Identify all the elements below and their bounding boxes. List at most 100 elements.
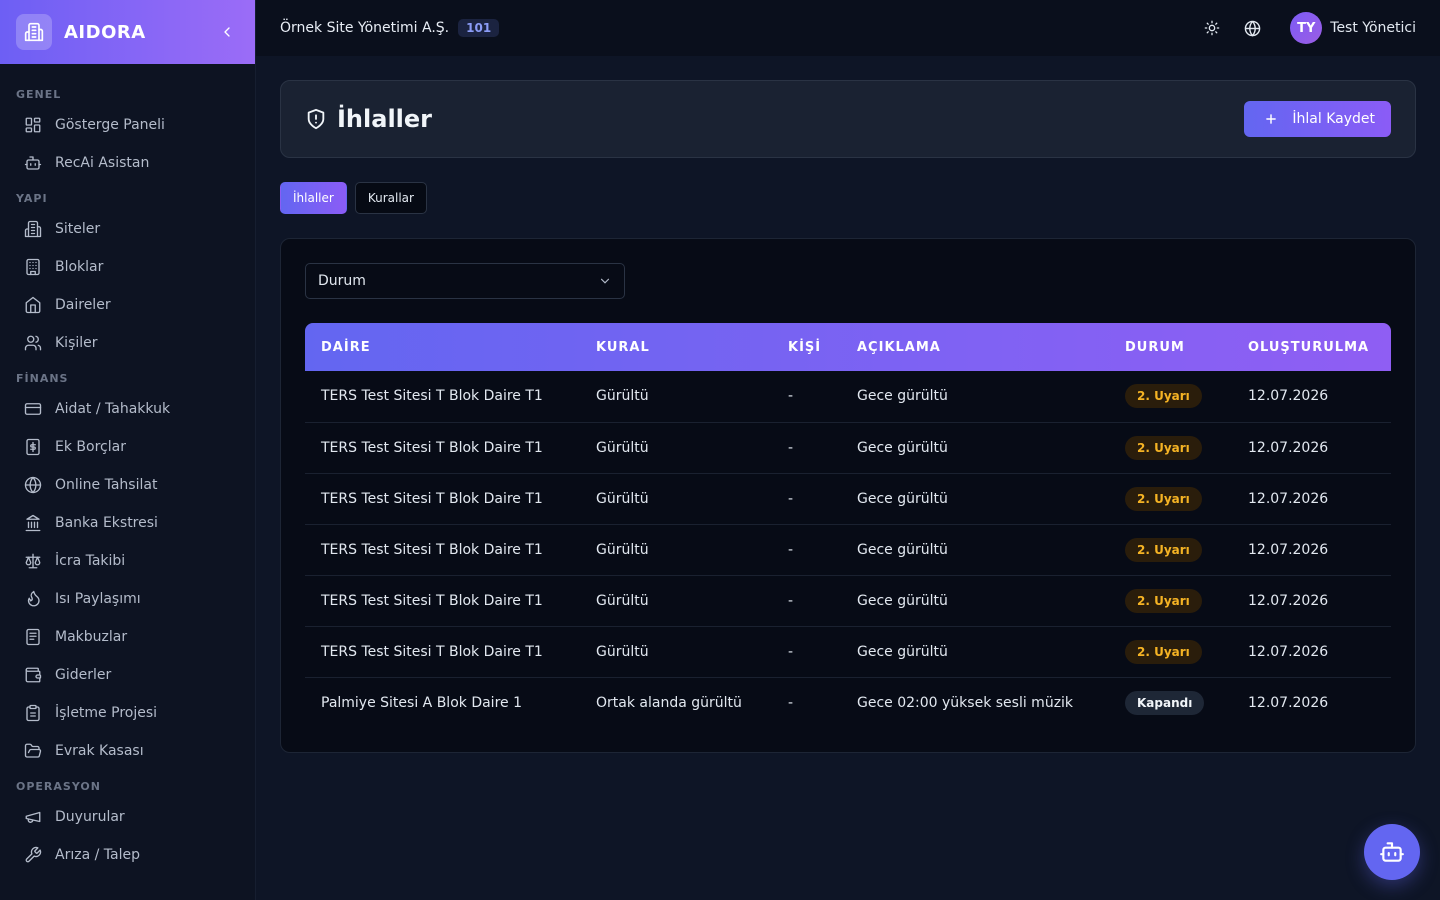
add-violation-button[interactable]: İhlal Kaydet (1244, 101, 1391, 137)
cell-olusturulma: 12.07.2026 (1232, 524, 1391, 576)
col-header-aciklama[interactable]: AÇIKLAMA (841, 323, 1109, 371)
cell-kural: Gürültü (580, 575, 772, 627)
cell-daire: TERS Test Sitesi T Blok Daire T1 (305, 371, 580, 423)
table-row[interactable]: Palmiye Sitesi A Blok Daire 1 Ortak aland… (305, 677, 1391, 728)
credit-card-icon (24, 400, 42, 418)
brand-header: AIDORA (0, 0, 255, 64)
home-icon (24, 296, 42, 314)
status-filter-value: Durum (318, 273, 366, 289)
sidebar-item-label: Ek Borçlar (55, 439, 126, 455)
table-row[interactable]: TERS Test Sitesi T Blok Daire T1 Gürültü -… (305, 371, 1391, 423)
cell-kural: Gürültü (580, 371, 772, 423)
topbar: Örnek Site Yönetimi A.Ş. 101 TY Test Yön… (256, 0, 1440, 56)
sidebar-item-folder[interactable]: Evrak Kasası (0, 732, 255, 770)
status-badge: 2. Uyarı (1125, 435, 1202, 460)
sidebar-item-label: Duyurular (55, 809, 125, 825)
col-header-kisi[interactable]: KİŞİ (772, 323, 841, 371)
cell-kisi: - (772, 524, 841, 576)
table-row[interactable]: TERS Test Sitesi T Blok Daire T1 Gürültü -… (305, 575, 1391, 627)
cell-daire: TERS Test Sitesi T Blok Daire T1 (305, 626, 580, 678)
cell-durum: 2. Uyarı (1109, 626, 1232, 678)
col-header-durum[interactable]: DURUM (1109, 323, 1232, 371)
add-violation-label: İhlal Kaydet (1292, 111, 1375, 127)
dashboard-icon (24, 116, 42, 134)
sidebar-item-label: Online Tahsilat (55, 477, 158, 493)
sidebar: AIDORA GENEL Gösterge Paneli RecAi Asistan… (0, 0, 256, 900)
user-name[interactable]: Test Yönetici (1330, 20, 1416, 36)
cell-aciklama: Gece gürültü (841, 524, 1109, 576)
table-header-row: DAİRE KURAL KİŞİ AÇIKLAMA DURUM OLUŞTURU… (305, 323, 1391, 371)
sidebar-section-title: OPERASYON (16, 780, 101, 793)
table-row[interactable]: TERS Test Sitesi T Blok Daire T1 Gürültü -… (305, 473, 1391, 525)
sidebar-item-globe[interactable]: Online Tahsilat (0, 466, 255, 504)
cell-durum: 2. Uyarı (1109, 371, 1232, 423)
clipboard-icon (24, 704, 42, 722)
status-badge: 2. Uyarı (1125, 588, 1202, 613)
chevron-down-icon (598, 274, 612, 288)
sidebar-item-users[interactable]: Kişiler (0, 324, 255, 362)
cell-kisi: - (772, 473, 841, 525)
tab-violations[interactable]: İhlaller (280, 182, 347, 214)
sidebar-item-bank[interactable]: Banka Ekstresi (0, 504, 255, 542)
page-header: İhlaller İhlal Kaydet (280, 80, 1416, 158)
globe-language-icon[interactable] (1236, 12, 1268, 44)
cell-olusturulma: 12.07.2026 (1232, 626, 1391, 678)
cell-olusturulma: 12.07.2026 (1232, 422, 1391, 474)
cell-durum: 2. Uyarı (1109, 575, 1232, 627)
wallet-icon (24, 666, 42, 684)
table-row[interactable]: TERS Test Sitesi T Blok Daire T1 Gürültü -… (305, 626, 1391, 678)
chevron-left-icon[interactable] (215, 20, 239, 44)
sidebar-item-clipboard[interactable]: İşletme Projesi (0, 694, 255, 732)
receipt-icon (24, 628, 42, 646)
sidebar-item-dashboard[interactable]: Gösterge Paneli (0, 106, 255, 144)
sun-icon[interactable] (1196, 12, 1228, 44)
cell-kural: Gürültü (580, 626, 772, 678)
sidebar-item-buildings[interactable]: Siteler (0, 210, 255, 248)
sidebar-item-receipt[interactable]: Makbuzlar (0, 618, 255, 656)
cell-daire: TERS Test Sitesi T Blok Daire T1 (305, 422, 580, 474)
scale-icon (24, 552, 42, 570)
sidebar-item-dollar-receipt[interactable]: Ek Borçlar (0, 428, 255, 466)
table-row[interactable]: TERS Test Sitesi T Blok Daire T1 Gürültü -… (305, 524, 1391, 576)
sidebar-item-wallet[interactable]: Giderler (0, 656, 255, 694)
status-filter-select[interactable]: Durum (305, 263, 625, 299)
cell-kural: Ortak alanda gürültü (596, 694, 742, 711)
sidebar-item-label: Gösterge Paneli (55, 117, 165, 133)
sidebar-item-wrench[interactable]: Arıza / Talep (0, 836, 255, 874)
cell-aciklama: Gece gürültü (841, 422, 1109, 474)
status-badge: 2. Uyarı (1125, 486, 1202, 511)
sidebar-item-label: Giderler (55, 667, 112, 683)
cell-kisi: - (788, 694, 794, 711)
sidebar-section-title: GENEL (16, 88, 62, 101)
sidebar-item-label: Isı Paylaşımı (55, 591, 141, 607)
cell-kisi: - (772, 422, 841, 474)
assistant-bot-button[interactable] (1364, 824, 1420, 880)
cell-olusturulma: 12.07.2026 (1248, 694, 1329, 711)
cell-kural: Gürültü (580, 524, 772, 576)
sidebar-item-megaphone[interactable]: Duyurular (0, 798, 255, 836)
sidebar-item-flame[interactable]: Isı Paylaşımı (0, 580, 255, 618)
sidebar-item-label: Bloklar (55, 259, 104, 275)
sidebar-item-bot[interactable]: RecAi Asistan (0, 144, 255, 182)
tab-rules[interactable]: Kurallar (354, 182, 427, 214)
col-header-daire[interactable]: DAİRE (305, 323, 580, 371)
cell-daire: TERS Test Sitesi T Blok Daire T1 (305, 524, 580, 576)
col-header-kural[interactable]: KURAL (580, 323, 772, 371)
org-name: Örnek Site Yönetimi A.Ş. (280, 20, 450, 36)
sidebar-item-label: İcra Takibi (55, 553, 126, 569)
avatar[interactable]: TY (1290, 12, 1323, 44)
wrench-icon (24, 846, 42, 864)
status-badge: Kapandı (1125, 690, 1205, 715)
sidebar-item-label: Kişiler (55, 335, 98, 351)
sidebar-item-label: Banka Ekstresi (55, 515, 158, 531)
status-badge: 2. Uyarı (1125, 537, 1202, 562)
sidebar-item-scale[interactable]: İcra Takibi (0, 542, 255, 580)
col-header-olusturulma[interactable]: OLUŞTURULMA (1232, 323, 1391, 371)
shield-alert-icon (305, 108, 327, 130)
sidebar-item-home[interactable]: Daireler (0, 286, 255, 324)
table-row[interactable]: TERS Test Sitesi T Blok Daire T1 Gürültü -… (305, 422, 1391, 474)
sidebar-item-building[interactable]: Bloklar (0, 248, 255, 286)
sidebar-item-credit-card[interactable]: Aidat / Tahakkuk (0, 390, 255, 428)
flame-icon (24, 590, 42, 608)
page-title: İhlaller (337, 105, 433, 133)
